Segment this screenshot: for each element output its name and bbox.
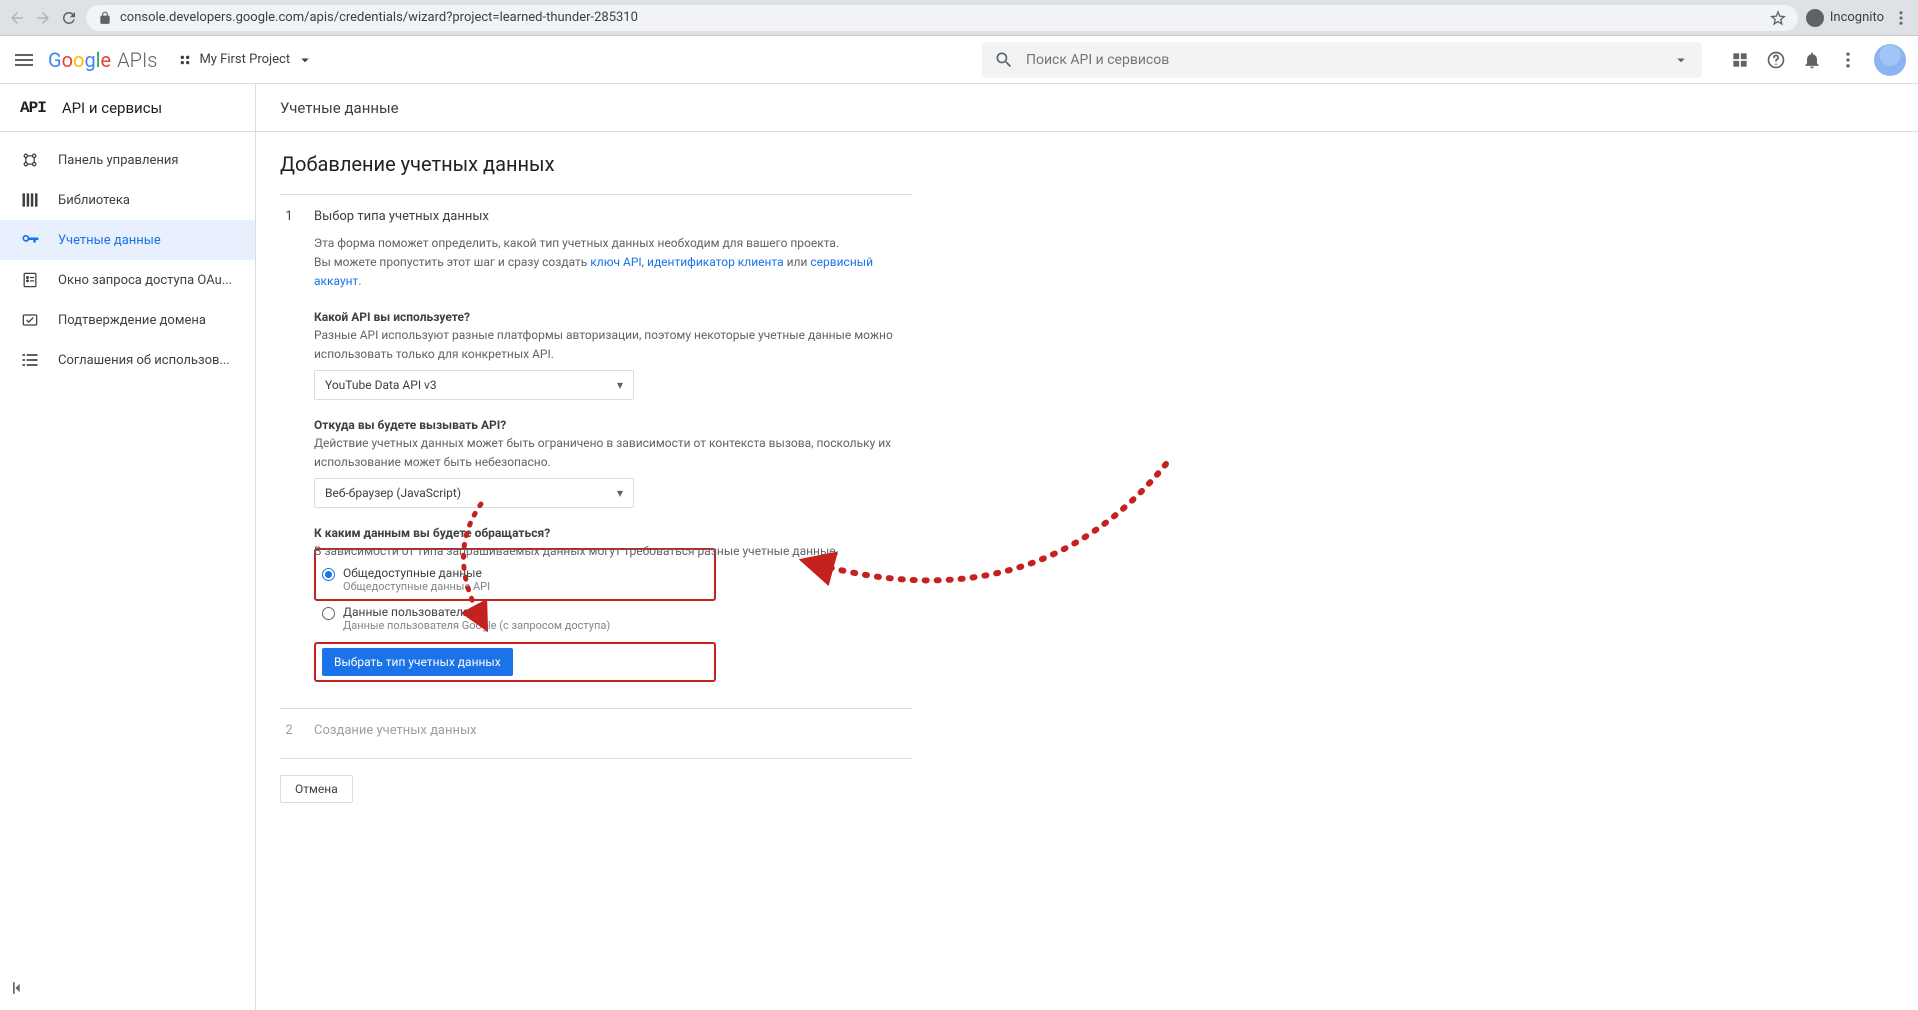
gift-icon[interactable] xyxy=(1730,50,1750,70)
step-title: Выбор типа учетных данных xyxy=(314,209,912,224)
bookmark-star-icon[interactable] xyxy=(1770,10,1786,26)
header-actions xyxy=(1730,44,1906,76)
radio-user-data[interactable]: Данные пользователя Данные пользователя … xyxy=(322,605,912,632)
sidebar-collapse-button[interactable] xyxy=(8,978,32,1002)
sidebar-title[interactable]: API API и сервисы xyxy=(0,84,255,132)
question-description: Разные API используют разные платформы а… xyxy=(314,326,912,364)
sidebar-item-label: Соглашения об использов... xyxy=(58,353,230,368)
sidebar: API API и сервисы Панель управления Библ… xyxy=(0,84,256,1010)
browser-back-button[interactable] xyxy=(8,9,26,27)
radio-label: Общедоступные данные xyxy=(343,566,490,580)
search-icon xyxy=(994,50,1014,70)
search-bar[interactable] xyxy=(982,42,1702,78)
api-logo-icon: API xyxy=(20,99,46,117)
browser-reload-button[interactable] xyxy=(60,9,78,27)
question-data-access: К каким данным вы будете обращаться? В з… xyxy=(314,526,912,681)
step-title: Создание учетных данных xyxy=(314,723,912,738)
question-description: Действие учетных данных может быть огран… xyxy=(314,434,912,472)
search-input[interactable] xyxy=(1026,52,1660,68)
calling-from-select[interactable]: Веб-браузер (JavaScript) ▾ xyxy=(314,478,634,508)
sidebar-item-page-usage-agreements[interactable]: Соглашения об использов... xyxy=(0,340,255,380)
sidebar-title-text: API и сервисы xyxy=(62,99,162,117)
page-title: Добавление учетных данных xyxy=(280,152,912,176)
project-icon xyxy=(177,52,193,68)
sidebar-item-label: Учетные данные xyxy=(58,233,161,248)
notifications-icon[interactable] xyxy=(1802,50,1822,70)
dropdown-caret-icon[interactable] xyxy=(1672,51,1690,69)
sidebar-item-label: Панель управления xyxy=(58,153,179,168)
browser-menu-button[interactable] xyxy=(1892,9,1910,27)
project-name: My First Project xyxy=(199,52,290,67)
verified-icon xyxy=(20,310,40,330)
cancel-button[interactable]: Отмена xyxy=(280,775,353,803)
incognito-label: Incognito xyxy=(1830,10,1884,25)
hamburger-menu-button[interactable] xyxy=(12,48,36,72)
sidebar-item-oauth-consent[interactable]: Окно запроса доступа OAu... xyxy=(0,260,255,300)
incognito-indicator: Incognito xyxy=(1806,9,1884,27)
link-client-id[interactable]: идентификатор клиента xyxy=(647,255,784,269)
incognito-icon xyxy=(1806,9,1824,27)
apis-logo-text: APIs xyxy=(117,48,157,72)
key-icon xyxy=(20,230,40,250)
sidebar-item-label: Библиотека xyxy=(58,193,130,208)
question-label: К каким данным вы будете обращаться? xyxy=(314,526,912,540)
google-logo-text: Google xyxy=(48,48,111,72)
question-label: Откуда вы будете вызывать API? xyxy=(314,418,912,432)
select-value: Веб-браузер (JavaScript) xyxy=(325,486,461,500)
step-help-text: Эта форма поможет определить, какой тип … xyxy=(314,234,912,292)
project-picker[interactable]: My First Project xyxy=(177,51,314,69)
google-apis-logo[interactable]: Google APIs xyxy=(48,48,157,72)
sidebar-item-dashboard[interactable]: Панель управления xyxy=(0,140,255,180)
app-header: Google APIs My First Project xyxy=(0,36,1918,84)
annotation-highlight-button: Выбрать тип учетных данных xyxy=(314,642,716,682)
user-avatar[interactable] xyxy=(1874,44,1906,76)
library-icon xyxy=(20,190,40,210)
main-content: Учетные данные Добавление учетных данных… xyxy=(256,84,1918,1010)
question-which-api: Какой API вы используете? Разные API исп… xyxy=(314,310,912,400)
wizard-step-2: 2 Создание учетных данных xyxy=(280,708,912,752)
more-menu-icon[interactable] xyxy=(1838,50,1858,70)
caret-down-icon: ▾ xyxy=(617,486,623,500)
radio-label: Данные пользователя xyxy=(343,605,610,619)
main-header-title: Учетные данные xyxy=(280,99,399,117)
browser-url-bar[interactable]: console.developers.google.com/apis/crede… xyxy=(86,5,1798,31)
wizard-step-1: 1 Выбор типа учетных данных Эта форма по… xyxy=(280,194,912,690)
select-credential-type-button[interactable]: Выбрать тип учетных данных xyxy=(322,648,513,676)
question-description: В зависимости от типа запрашиваемых данн… xyxy=(314,542,912,561)
caret-down-icon: ▾ xyxy=(617,378,623,392)
radio-icon xyxy=(322,607,335,620)
api-select[interactable]: YouTube Data API v3 ▾ xyxy=(314,370,634,400)
radio-sublabel: Общедоступные данные API xyxy=(343,580,490,593)
radio-sublabel: Данные пользователя Google (с запросом д… xyxy=(343,619,610,632)
radio-icon xyxy=(322,568,335,581)
select-value: YouTube Data API v3 xyxy=(325,378,437,392)
question-label: Какой API вы используете? xyxy=(314,310,912,324)
browser-url-text: console.developers.google.com/apis/crede… xyxy=(120,10,638,25)
sidebar-item-label: Окно запроса доступа OAu... xyxy=(58,273,232,288)
browser-forward-button[interactable] xyxy=(34,9,52,27)
step-number: 2 xyxy=(280,723,298,748)
radio-public-data[interactable]: Общедоступные данные Общедоступные данны… xyxy=(322,566,708,593)
sidebar-item-library[interactable]: Библиотека xyxy=(0,180,255,220)
dropdown-caret-icon xyxy=(296,51,314,69)
help-icon[interactable] xyxy=(1766,50,1786,70)
consent-screen-icon xyxy=(20,270,40,290)
question-calling-from: Откуда вы будете вызывать API? Действие … xyxy=(314,418,912,508)
list-icon xyxy=(20,350,40,370)
link-api-key[interactable]: ключ API xyxy=(590,255,641,269)
step-number: 1 xyxy=(280,209,298,686)
browser-chrome: console.developers.google.com/apis/crede… xyxy=(0,0,1918,36)
lock-icon xyxy=(98,11,112,25)
sidebar-item-credentials[interactable]: Учетные данные xyxy=(0,220,255,260)
sidebar-item-domain-verification[interactable]: Подтверждение домена xyxy=(0,300,255,340)
main-header: Учетные данные xyxy=(256,84,1918,132)
dashboard-icon xyxy=(20,150,40,170)
sidebar-item-label: Подтверждение домена xyxy=(58,313,206,328)
